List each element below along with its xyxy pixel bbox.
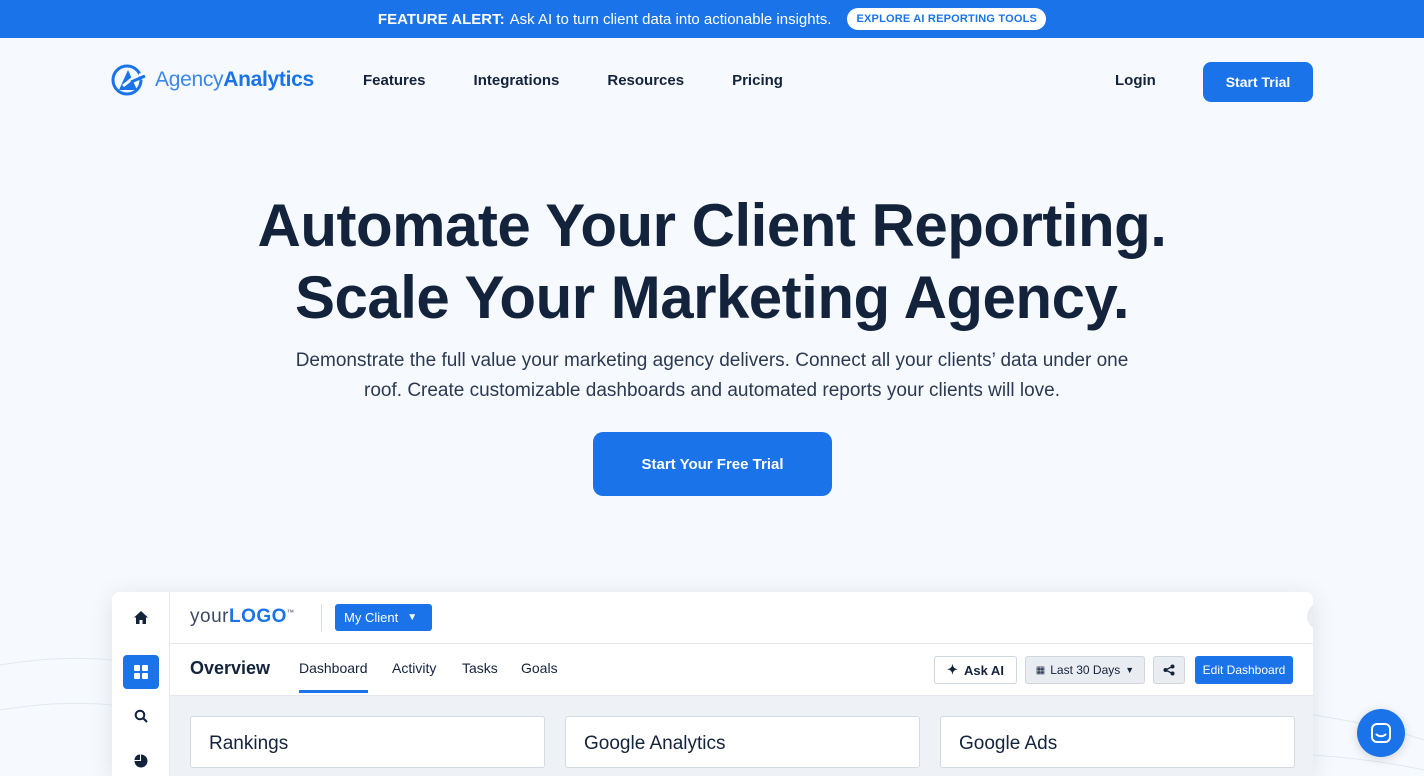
- grid-icon-svg: [134, 665, 148, 679]
- feature-alert-bar: FEATURE ALERT: Ask AI to turn client dat…: [0, 0, 1424, 38]
- your-logo-logo: LOGO: [228, 606, 287, 627]
- date-range-select[interactable]: ▦ Last 30 Days ▼: [1025, 656, 1145, 684]
- nav-link-pricing[interactable]: Pricing: [732, 72, 783, 89]
- sparkle-icon: ✦: [947, 662, 958, 677]
- ask-ai-button[interactable]: ✦ Ask AI: [934, 656, 1017, 684]
- date-range-label: Last 30 Days: [1050, 663, 1121, 677]
- your-logo-your: your: [190, 606, 229, 627]
- chat-launcher-button[interactable]: [1357, 709, 1405, 757]
- tab-activity[interactable]: Activity: [392, 660, 436, 676]
- pie-chart-icon[interactable]: [123, 744, 159, 776]
- hero-title: Automate Your Client Reporting. Scale Yo…: [0, 190, 1424, 334]
- home-icon-svg: [134, 611, 148, 624]
- explore-ai-button[interactable]: EXPLORE AI REPORTING TOOLS: [847, 8, 1047, 30]
- logo-text: AgencyAnalytics: [155, 68, 314, 92]
- calendar-icon: ▦: [1035, 664, 1046, 676]
- home-icon[interactable]: [123, 601, 159, 635]
- chat-icon: [1371, 723, 1391, 743]
- hero-subtitle: Demonstrate the full value your marketin…: [295, 350, 1129, 401]
- logo-mark-icon: [111, 64, 147, 96]
- chevron-down-icon: ▼: [407, 612, 418, 623]
- nav-link-integrations[interactable]: Integrations: [474, 72, 560, 89]
- help-icon[interactable]: ?: [1307, 603, 1313, 630]
- pie-chart-icon-svg: [134, 754, 148, 768]
- logo-text-light: Agency: [155, 68, 224, 91]
- client-select[interactable]: My Client ▼: [335, 604, 432, 631]
- hero-title-line1: Automate Your Client Reporting.: [257, 192, 1167, 259]
- dashboard-body: Rankings Google Analytics Google Ads: [170, 696, 1313, 776]
- hero-title-line2: Scale Your Marketing Agency.: [294, 264, 1130, 331]
- login-link[interactable]: Login: [1115, 72, 1156, 89]
- dashboard-preview: yourLOGO™ My Client ▼ ? Overview Dashboa…: [112, 592, 1313, 776]
- share-icon: [1163, 664, 1175, 676]
- grid-icon[interactable]: [123, 655, 159, 689]
- logo-text-bold: Analytics: [223, 68, 314, 91]
- alert-label: FEATURE ALERT:: [377, 10, 505, 28]
- search-icon[interactable]: [123, 699, 159, 733]
- widget-card-google-ads[interactable]: Google Ads: [940, 716, 1295, 768]
- edit-dashboard-button[interactable]: Edit Dashboard: [1195, 656, 1293, 684]
- widget-card-rankings[interactable]: Rankings: [190, 716, 545, 768]
- dashboard-topbar: yourLOGO™ My Client ▼ ?: [170, 592, 1313, 644]
- nav-links: Features Integrations Resources Pricing: [363, 72, 831, 89]
- ask-ai-label: Ask AI: [963, 662, 1004, 678]
- alert-text: Ask AI to turn client data into actionab…: [509, 10, 832, 28]
- main-nav: AgencyAnalytics Features Integrations Re…: [0, 38, 1424, 126]
- agencyanalytics-logo[interactable]: AgencyAnalytics: [111, 64, 314, 96]
- your-logo-tm: ™: [286, 609, 295, 617]
- widget-card-google-analytics[interactable]: Google Analytics: [565, 716, 920, 768]
- dashboard-subbar: Overview Dashboard Activity Tasks Goals …: [170, 644, 1313, 696]
- start-trial-button[interactable]: Start Trial: [1203, 62, 1313, 102]
- dashboard-sidebar: [112, 592, 170, 776]
- chevron-down-icon: ▼: [1125, 665, 1135, 675]
- topbar-divider: [321, 604, 322, 632]
- tab-dashboard[interactable]: Dashboard: [299, 660, 368, 693]
- search-icon-svg: [134, 709, 148, 723]
- your-logo-placeholder: yourLOGO™: [190, 606, 294, 628]
- client-select-label: My Client: [344, 610, 399, 625]
- nav-link-resources[interactable]: Resources: [607, 72, 684, 89]
- nav-link-features[interactable]: Features: [363, 72, 426, 89]
- tab-tasks[interactable]: Tasks: [462, 660, 498, 676]
- dashboard-title: Overview: [190, 658, 271, 678]
- tab-goals[interactable]: Goals: [521, 660, 558, 676]
- start-free-trial-button[interactable]: Start Your Free Trial: [593, 432, 832, 496]
- share-button[interactable]: [1153, 656, 1185, 684]
